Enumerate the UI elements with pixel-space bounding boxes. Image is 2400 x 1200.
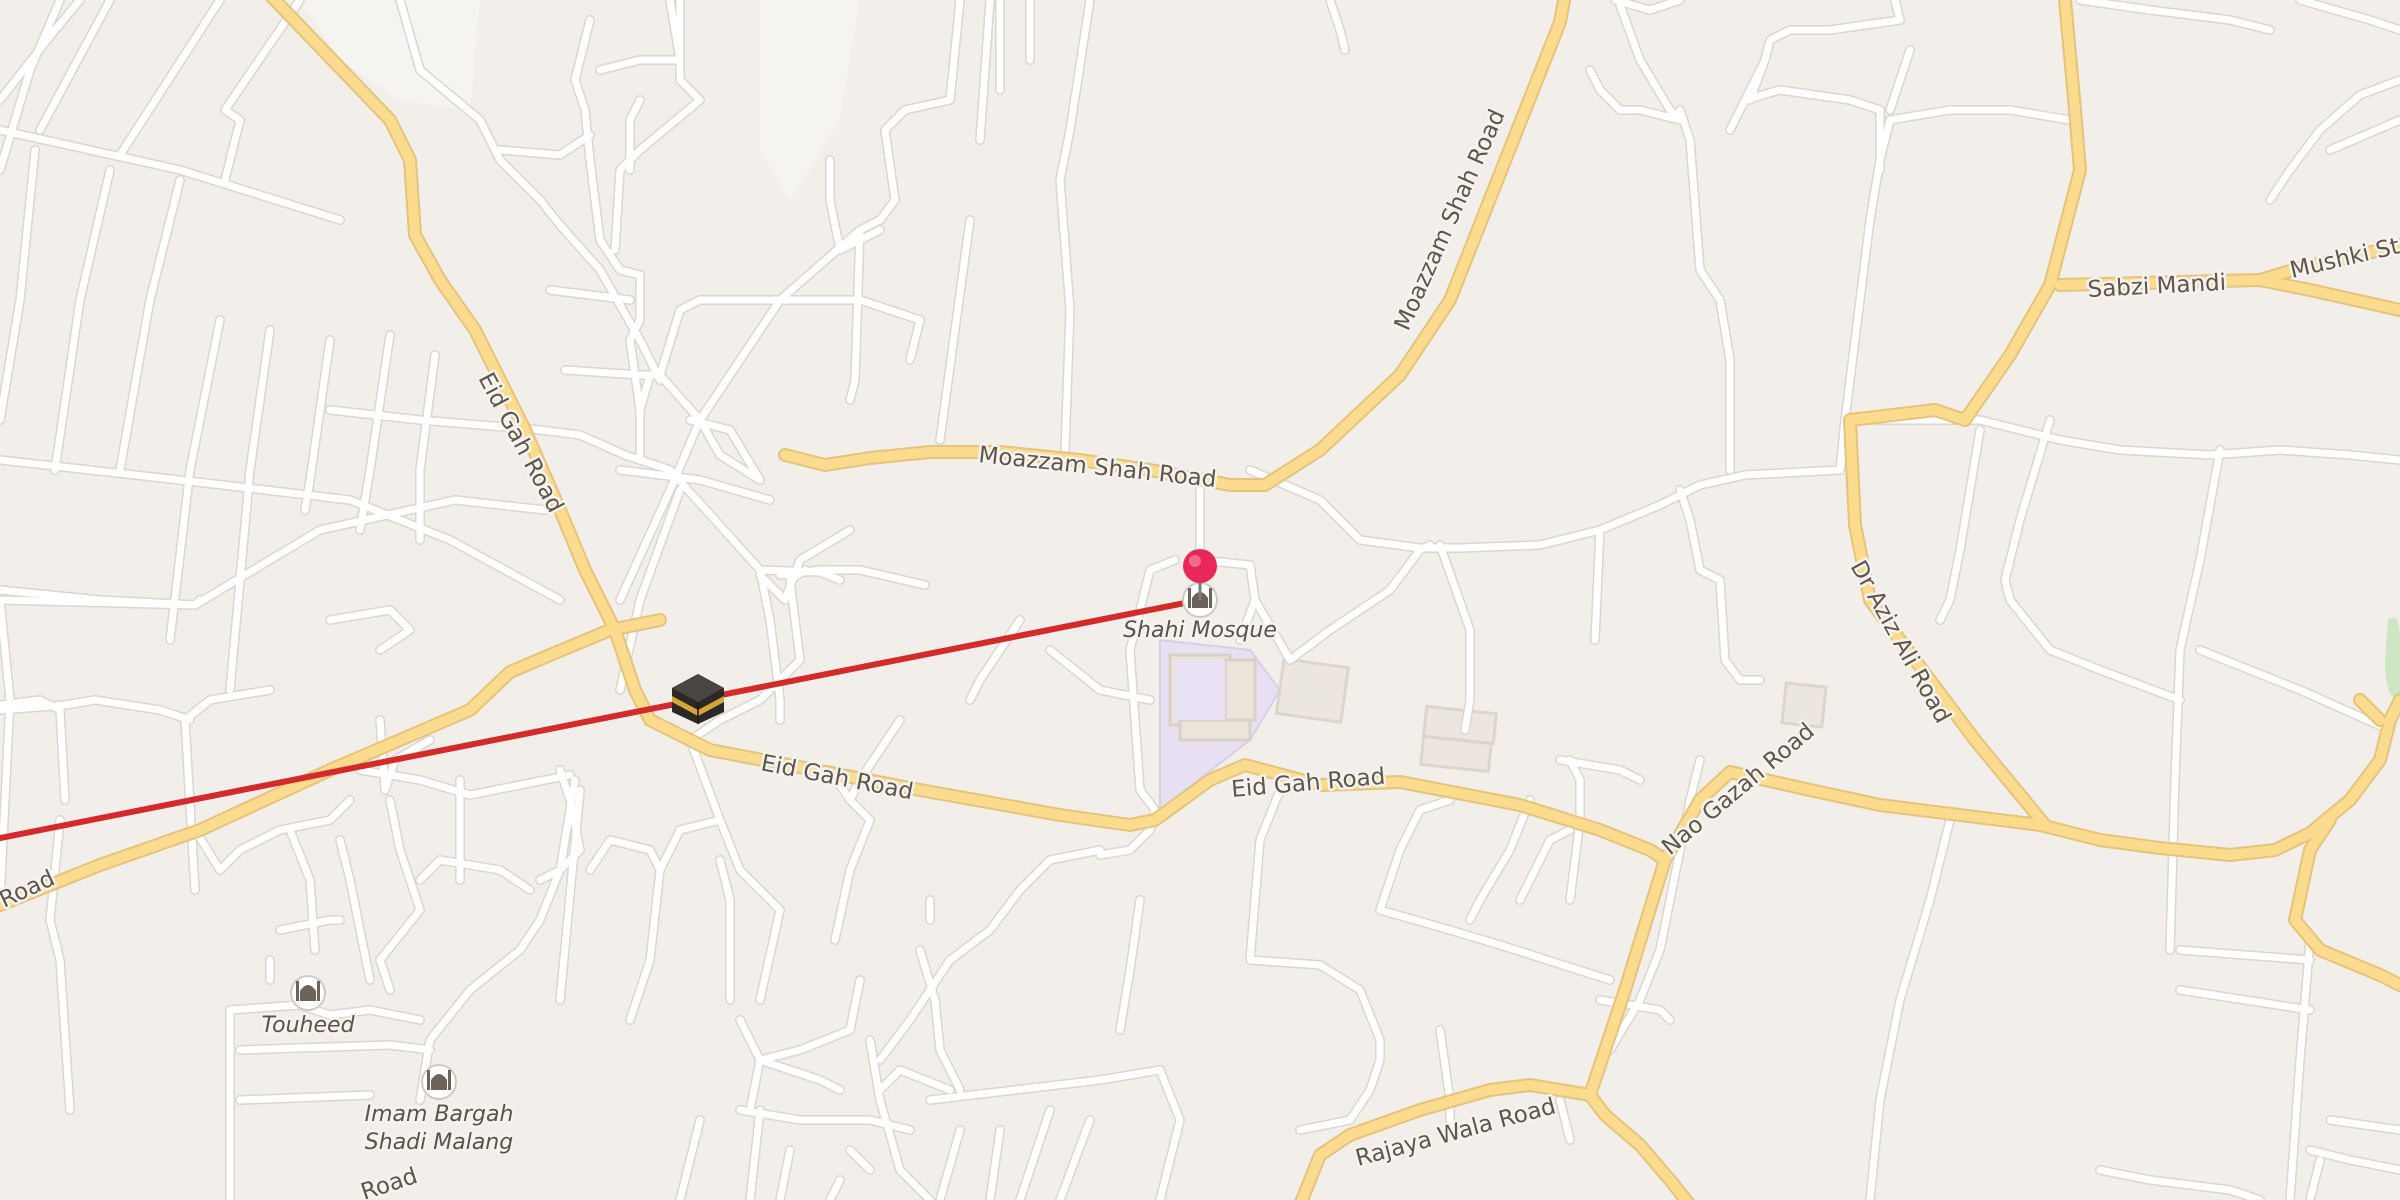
poi-label-touheed: Touheed: [261, 1013, 355, 1038]
poi-label-shahi-mosque: Shahi Mosque: [1123, 618, 1277, 643]
poi-label-imam-bargah: Imam Bargah: [365, 1102, 514, 1127]
map-canvas[interactable]: Eid Gah Road Eid Gah Road Eid Gah Road M…: [0, 0, 2400, 1200]
poi-label-shadi-malang: Shadi Malang: [365, 1130, 513, 1155]
